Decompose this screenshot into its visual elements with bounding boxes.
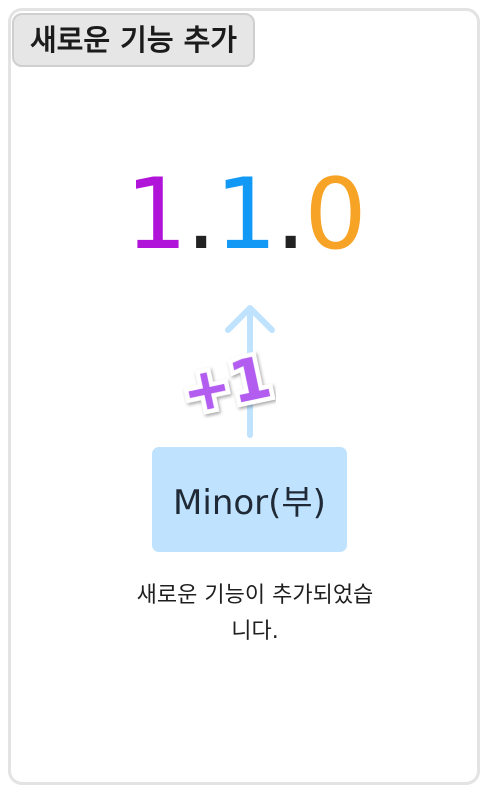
version-major: 1 — [125, 158, 187, 272]
version-minor: 1 — [214, 158, 277, 272]
plus-one-label: +1 — [176, 342, 276, 427]
header-title: 새로운 기능 추가 — [30, 23, 237, 57]
description-text: 새로운 기능이 추가되었습 니다. — [100, 578, 410, 650]
version-number: 1.1.0 — [0, 160, 490, 270]
minor-version-button[interactable]: Minor(부) — [152, 447, 347, 552]
version-separator: . — [275, 158, 306, 272]
version-separator: . — [185, 158, 217, 272]
plus-one-badge: +1 — [176, 338, 276, 430]
description-line-1: 새로운 기능이 추가되었습 — [136, 583, 374, 608]
description-line-2: 니다. — [231, 619, 279, 644]
header-title-chip: 새로운 기능 추가 — [12, 13, 255, 67]
minor-button-label: Minor(부) — [173, 483, 326, 523]
version-patch: 0 — [304, 158, 366, 272]
